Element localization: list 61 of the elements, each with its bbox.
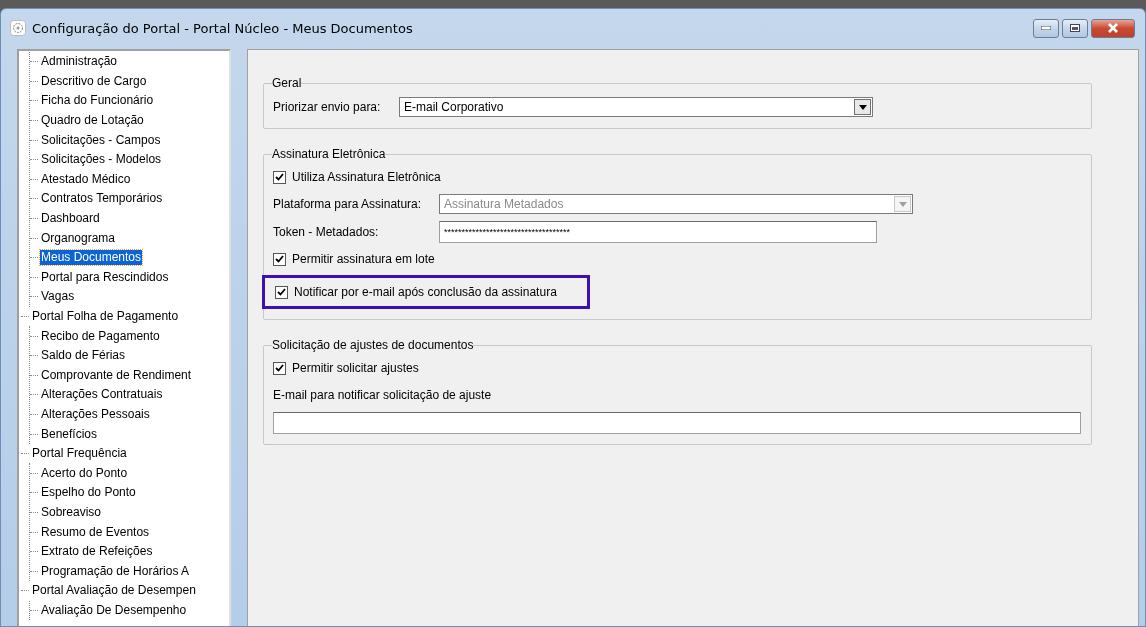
tree-item[interactable]: Solicitações - Modelos: [40, 152, 163, 168]
tree-item[interactable]: Alterações Pessoais: [40, 407, 151, 422]
caret-icon: [898, 201, 907, 207]
group-title: Assinatura Eletrônica: [272, 147, 386, 161]
app-icon: [10, 20, 26, 36]
tree-item[interactable]: Recibo de Pagamento: [40, 328, 161, 344]
maximize-button[interactable]: [1062, 18, 1088, 38]
tree-item[interactable]: Espelho do Ponto: [40, 485, 137, 501]
tree-item[interactable]: Benefícios: [40, 426, 99, 442]
tree-item[interactable]: Vagas: [40, 289, 76, 305]
close-button[interactable]: [1091, 18, 1135, 38]
checkmark-icon: [277, 288, 286, 296]
tree-item[interactable]: Saldo de Férias: [40, 348, 127, 364]
tree-item[interactable]: Portal Frequência: [31, 446, 128, 462]
tree-item[interactable]: Organograma: [40, 230, 117, 246]
field-label: Plataforma para Assinatura:: [273, 197, 423, 211]
checkbox-label: Utiliza Assinatura Eletrônica: [292, 170, 441, 184]
input-field[interactable]: [273, 412, 1081, 434]
group-title: Solicitação de ajustes de documentos: [272, 338, 474, 352]
tree-item[interactable]: Resumo de Eventos: [40, 524, 151, 540]
field-label: Priorizar envio para:: [273, 100, 382, 114]
tree-item[interactable]: Sobreaviso: [40, 504, 103, 520]
tree-item[interactable]: Solicitações - Campos: [40, 132, 162, 148]
tree-item[interactable]: Portal Avaliação de Desempen: [31, 583, 197, 599]
checkmark-icon: [275, 255, 284, 263]
minimize-button[interactable]: [1033, 18, 1059, 38]
tree-item[interactable]: Avaliação De Desempenho: [40, 602, 188, 618]
checkbox-label: Notificar por e-mail após conclusão da assinatura: [294, 285, 557, 299]
tree-item[interactable]: Descritivo de Cargo: [40, 73, 148, 89]
tree-item[interactable]: Meus Documentos: [40, 250, 143, 266]
tree-item[interactable]: Atestado Médico: [40, 171, 132, 187]
minimize-icon: [1041, 26, 1051, 30]
window-title: Configuração do Portal - Portal Núcleo - Meus Documentos: [32, 20, 414, 36]
group-title: Geral: [272, 76, 302, 90]
tree-item[interactable]: Portal Folha de Pagamento: [31, 309, 180, 324]
checkbox[interactable]: [275, 285, 288, 299]
checkbox[interactable]: [273, 170, 286, 184]
checkbox-label: Permitir assinatura em lote: [292, 252, 435, 266]
tree-item[interactable]: Contratos Temporários: [40, 191, 164, 207]
tree-item[interactable]: Comprovante de Rendiment: [40, 367, 193, 383]
maximize-icon: [1070, 24, 1080, 32]
tree-item[interactable]: Dashboard: [40, 211, 101, 227]
tree-item[interactable]: Alterações Contratuais: [40, 387, 164, 403]
tree-item[interactable]: Quadro de Lotação: [40, 113, 145, 129]
checkbox[interactable]: [273, 252, 286, 266]
tree-item[interactable]: Administração: [40, 54, 119, 70]
field-label: Token - Metadados:: [273, 225, 380, 239]
checkmark-icon: [275, 364, 284, 372]
tree-item[interactable]: Acerto do Ponto: [40, 465, 129, 481]
caret-icon: [858, 104, 867, 110]
checkbox[interactable]: [273, 361, 286, 375]
input-field[interactable]: ************************************: [439, 221, 877, 243]
close-icon: [1107, 23, 1119, 33]
tree-item[interactable]: Programação de Horários A: [40, 563, 191, 579]
tree-item[interactable]: Extrato de Refeições: [40, 544, 154, 560]
checkbox-label: Permitir solicitar ajustes: [292, 361, 419, 375]
tree-item[interactable]: Ficha do Funcionário: [40, 93, 155, 109]
field-label: E-mail para notificar solicitação de ajuste: [273, 388, 492, 402]
dropdown[interactable]: E-mail Corporativo: [399, 97, 873, 117]
tree-item[interactable]: Portal para Rescindidos: [40, 269, 170, 285]
checkmark-icon: [275, 173, 284, 181]
